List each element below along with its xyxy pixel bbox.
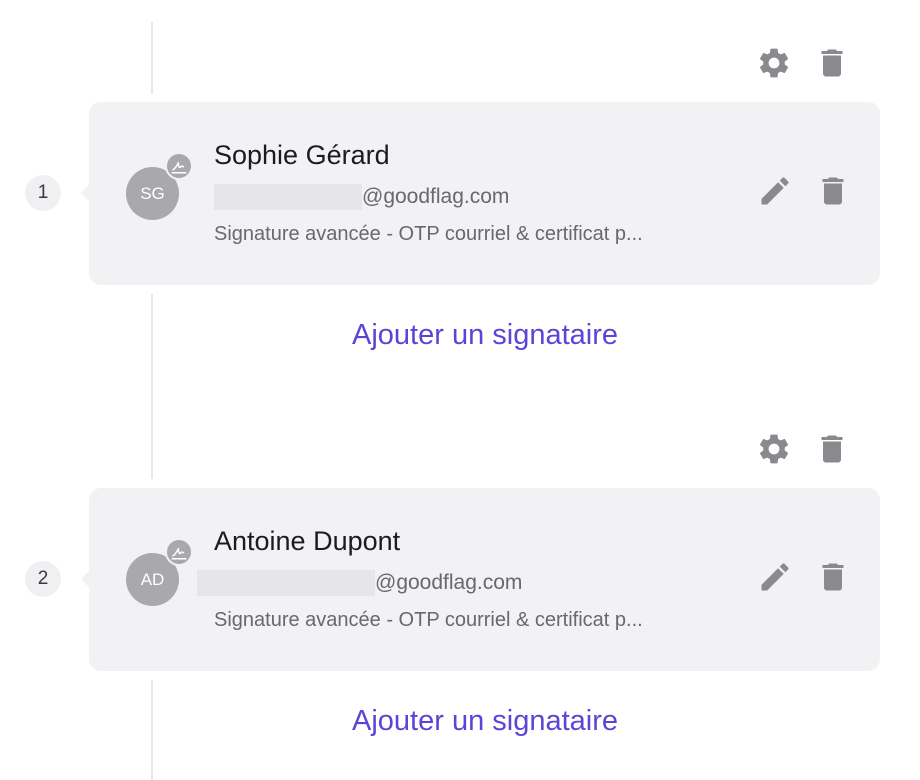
add-signer-link[interactable]: Ajouter un signataire xyxy=(0,319,920,352)
trash-icon xyxy=(821,435,843,463)
step-number: 2 xyxy=(25,561,61,597)
signature-icon xyxy=(171,547,187,560)
step-actions xyxy=(756,431,850,467)
delete-step-button[interactable] xyxy=(814,431,850,467)
trash-icon xyxy=(822,177,844,205)
card-actions xyxy=(757,559,851,595)
signature-method: Signature avancée - OTP courriel & certi… xyxy=(214,223,643,245)
gear-icon xyxy=(759,434,789,464)
settings-button[interactable] xyxy=(756,45,792,81)
delete-signer-button[interactable] xyxy=(815,173,851,209)
signature-method: Signature avancée - OTP courriel & certi… xyxy=(214,609,643,631)
trash-icon xyxy=(822,563,844,591)
signer-card: AD Antoine Dupont @goodflag.com Signatur… xyxy=(81,488,880,671)
email-redaction xyxy=(197,570,375,596)
signature-badge xyxy=(165,152,193,180)
signer-card: SG Sophie Gérard @goodflag.com Signature… xyxy=(81,102,880,285)
email-domain: @goodflag.com xyxy=(375,571,523,594)
delete-step-button[interactable] xyxy=(814,45,850,81)
email-redaction xyxy=(214,184,362,210)
pencil-icon xyxy=(761,177,789,205)
signer-email: @goodflag.com xyxy=(197,570,522,596)
signer-name: Antoine Dupont xyxy=(214,526,401,556)
signer-name: Sophie Gérard xyxy=(214,140,390,170)
card-actions xyxy=(757,173,851,209)
timeline-line xyxy=(151,22,153,94)
step-actions xyxy=(756,45,850,81)
signature-icon xyxy=(171,161,187,174)
gear-icon xyxy=(759,48,789,78)
add-signer-link[interactable]: Ajouter un signataire xyxy=(0,705,920,738)
signer-email: @goodflag.com xyxy=(214,184,509,210)
edit-signer-button[interactable] xyxy=(757,559,793,595)
email-domain: @goodflag.com xyxy=(362,185,510,208)
trash-icon xyxy=(821,49,843,77)
step-number: 1 xyxy=(25,175,61,211)
settings-button[interactable] xyxy=(756,431,792,467)
delete-signer-button[interactable] xyxy=(815,559,851,595)
edit-signer-button[interactable] xyxy=(757,173,793,209)
pencil-icon xyxy=(761,563,789,591)
signature-badge xyxy=(165,538,193,566)
